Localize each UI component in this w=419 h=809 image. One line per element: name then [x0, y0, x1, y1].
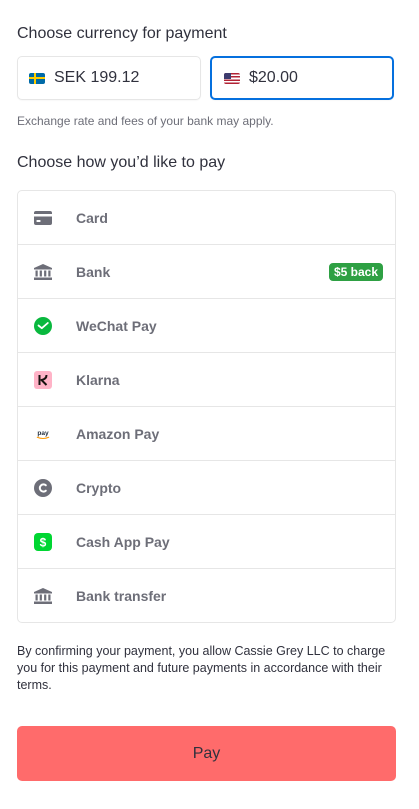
payment-method-label: Card	[76, 209, 108, 226]
cash-app-icon: $	[34, 532, 52, 551]
currency-option-usd[interactable]: $20.00	[210, 56, 394, 100]
us-flag-icon	[224, 72, 240, 84]
payment-method-label: Bank	[76, 263, 111, 280]
pay-button[interactable]: Pay	[17, 726, 396, 781]
payment-method-wechat-pay[interactable]: WeChat Pay	[18, 298, 395, 352]
payment-method-section-title: Choose how you’d like to pay	[17, 154, 226, 171]
payment-method-klarna[interactable]: Klarna	[18, 352, 395, 406]
cashback-badge: $5 back	[328, 262, 383, 281]
currency-selector: SEK 199.12 $20.00	[17, 56, 396, 100]
bank-transfer-icon	[34, 587, 52, 605]
payment-terms-text: By confirming your payment, you allow Ca…	[17, 644, 386, 692]
exchange-rate-note: Exchange rate and fees of your bank may …	[17, 114, 274, 128]
payment-method-bank[interactable]: Bank $5 back	[18, 244, 395, 298]
payment-method-card[interactable]: Card	[18, 191, 395, 244]
sweden-flag-icon	[29, 72, 45, 84]
payment-method-label: Crypto	[76, 479, 122, 496]
svg-text:$: $	[40, 535, 47, 549]
payment-method-crypto[interactable]: Crypto	[18, 460, 395, 514]
currency-section-title: Choose currency for payment	[17, 25, 227, 42]
payment-method-label: Klarna	[76, 371, 120, 388]
currency-option-label: $20.00	[249, 69, 298, 86]
card-icon	[34, 209, 52, 227]
payment-method-label: Amazon Pay	[76, 425, 160, 442]
wechat-pay-icon	[34, 316, 52, 335]
payment-method-label: Cash App Pay	[76, 533, 170, 550]
amazon-pay-icon: pay	[34, 425, 52, 443]
svg-text:pay: pay	[37, 429, 49, 436]
bank-icon	[34, 263, 52, 281]
payment-method-label: WeChat Pay	[76, 317, 157, 334]
klarna-icon	[34, 370, 52, 389]
payment-method-label: Bank transfer	[76, 587, 167, 604]
payment-method-list: Card Bank $5 back WeChat Pay Klarna pay …	[17, 190, 396, 623]
currency-option-sek[interactable]: SEK 199.12	[17, 56, 201, 100]
payment-method-amazon-pay[interactable]: pay Amazon Pay	[18, 406, 395, 460]
crypto-icon	[34, 478, 52, 497]
payment-method-cash-app-pay[interactable]: $ Cash App Pay	[18, 514, 395, 568]
payment-method-bank-transfer[interactable]: Bank transfer	[18, 568, 395, 622]
currency-option-label: SEK 199.12	[54, 69, 140, 86]
